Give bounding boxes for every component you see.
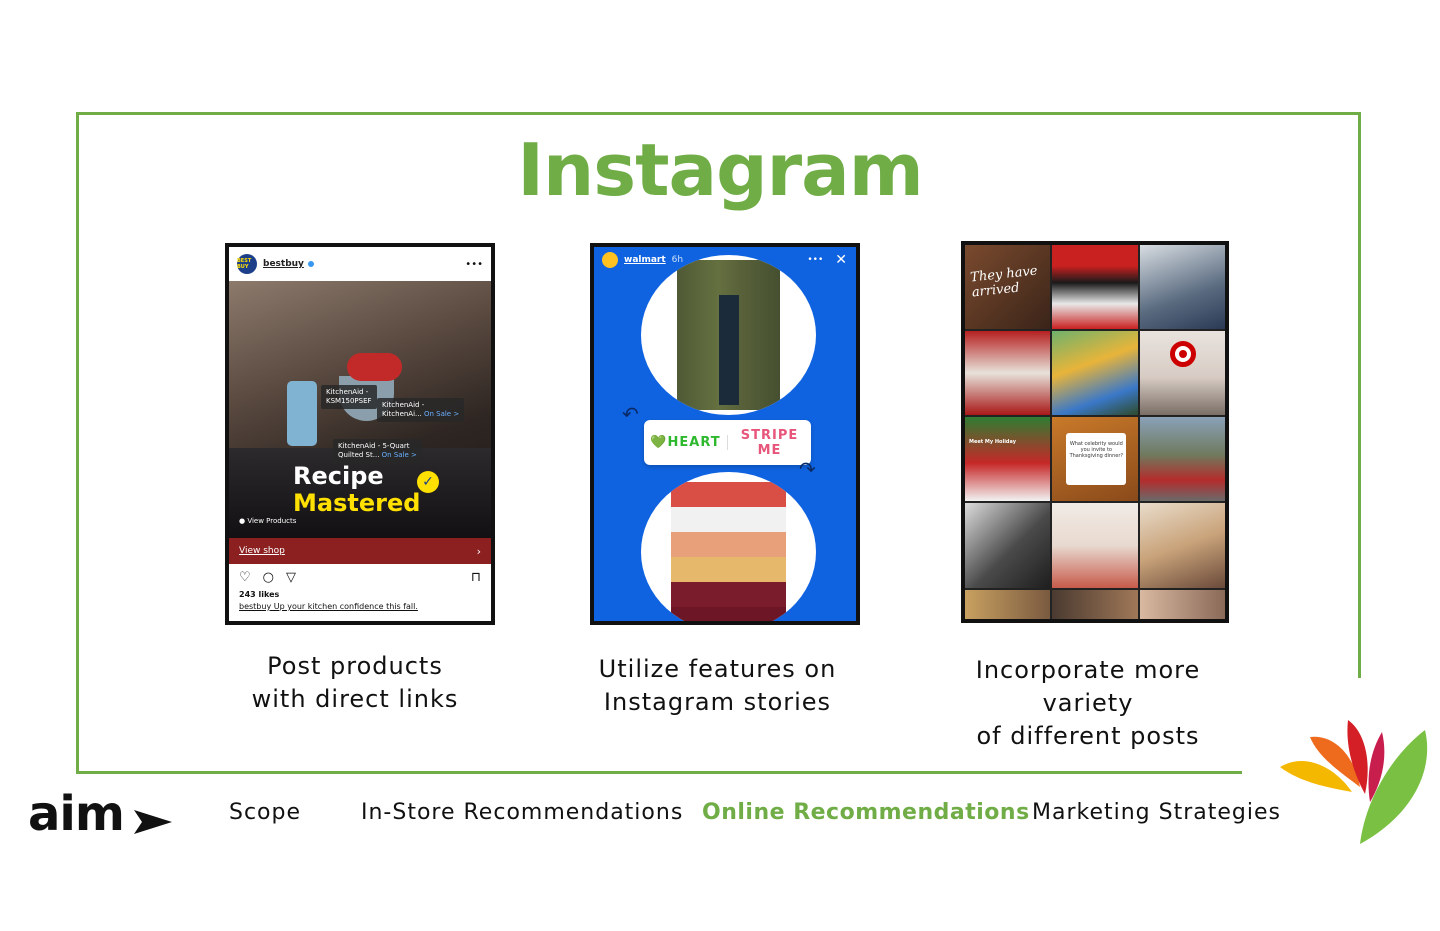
comment-icon[interactable]: ○ [263, 570, 274, 585]
walmart-spark-icon [602, 252, 618, 268]
slide-title: Instagram [517, 128, 924, 212]
grid-cell[interactable] [965, 331, 1051, 416]
bestbuy-post-screenshot: BEST BUY bestbuy ••• KitchenAid - KSM150… [225, 243, 495, 625]
mixer-head-shape [347, 353, 402, 381]
product-tag[interactable]: KitchenAid - KitchenAi... On Sale > [377, 398, 465, 422]
arrow-right-icon [134, 810, 172, 834]
heart-icon[interactable]: ♡ [239, 570, 251, 585]
checkmark-icon: ✓ [417, 471, 439, 493]
share-icon[interactable]: ▽ [286, 570, 296, 585]
grid-cell[interactable] [1139, 589, 1225, 619]
poll-sticker[interactable]: 💚HEART STRIPE ME [644, 420, 811, 465]
poll-option-stripe[interactable]: STRIPE ME [728, 428, 811, 458]
post-grid: They have arrived Meet My Holiday What ce… [965, 245, 1225, 619]
cell-label: Meet My Holiday [969, 439, 1016, 446]
frame-border-top [76, 112, 1361, 115]
view-products-label[interactable]: ● View Products [239, 517, 296, 525]
grid-cell[interactable] [965, 503, 1051, 588]
caption-variety-posts: Incorporate more variety of different po… [975, 656, 1201, 750]
post-headline: Recipe Mastered [293, 462, 421, 517]
post-image: KitchenAid - KSM150PSEF KitchenAid - Kit… [229, 281, 491, 538]
close-icon[interactable]: ✕ [835, 252, 847, 268]
view-shop-bar[interactable]: View shop › [229, 538, 491, 564]
ellipsis-icon[interactable]: ••• [465, 259, 483, 270]
post-username[interactable]: bestbuy [263, 259, 304, 269]
product-tag[interactable]: KitchenAid - 5-Quart Quilted St... On Sa… [333, 439, 422, 463]
target-grid-screenshot: They have arrived Meet My Holiday What ce… [961, 241, 1229, 623]
grid-cell[interactable] [1139, 331, 1225, 416]
grid-cell[interactable] [1139, 503, 1225, 588]
caption-post-products: Post products with direct links [251, 652, 459, 713]
grid-cell[interactable] [1139, 417, 1225, 502]
grid-cell[interactable]: Meet My Holiday [965, 417, 1051, 502]
verified-badge-icon [307, 261, 314, 267]
target-logo-icon [1169, 341, 1196, 368]
cardigan-shape [671, 482, 786, 621]
view-shop-label: View shop [239, 546, 285, 556]
jacket-product-image [641, 255, 816, 415]
nav-in-store-recommendations[interactable]: In-Store Recommendations [361, 800, 683, 825]
grid-cell[interactable] [1052, 331, 1138, 416]
grid-cell[interactable]: They have arrived [965, 245, 1051, 330]
nav-scope[interactable]: Scope [229, 800, 301, 825]
grid-cell[interactable] [1052, 589, 1138, 619]
chevron-right-icon: › [476, 544, 481, 558]
curved-arrow-icon: ↶ [622, 402, 639, 426]
grid-cell[interactable]: What celebrity would you invite to Thank… [1052, 417, 1138, 502]
post-actions: ♡ ○ ▽ ⊓ [229, 564, 491, 590]
nav-online-recommendations[interactable]: Online Recommendations [702, 800, 1030, 825]
bookmark-icon[interactable]: ⊓ [471, 570, 481, 585]
jacket-inner-shape [719, 295, 739, 405]
grid-cell[interactable] [965, 589, 1051, 619]
poll-option-heart[interactable]: 💚HEART [644, 435, 728, 450]
ellipsis-icon[interactable]: ••• [807, 255, 823, 265]
caption-story-features: Utilize features on Instagram stories [598, 655, 837, 716]
post-header: BEST BUY bestbuy ••• [229, 247, 491, 281]
cardigan-product-image [641, 472, 816, 621]
question-card: What celebrity would you invite to Thank… [1066, 433, 1127, 486]
frame-border-bottom [76, 771, 1242, 774]
grid-cell[interactable] [1052, 245, 1138, 330]
post-caption: bestbuy Up your kitchen confidence this … [239, 602, 418, 611]
bottle-shape [287, 381, 317, 446]
grid-cell[interactable] [1052, 503, 1138, 588]
avatar: BEST BUY [237, 254, 257, 274]
walmart-story-screenshot: walmart 6h ••• ✕ ↶ 💚HEART STRIPE ME ↷ [590, 243, 860, 625]
company-logo-petals [1280, 720, 1428, 844]
nav-marketing-strategies[interactable]: Marketing Strategies [1032, 800, 1281, 825]
product-tag[interactable]: KitchenAid - KSM150PSEF [321, 385, 377, 409]
aim-logo: aim [28, 786, 125, 842]
story-username[interactable]: walmart [624, 255, 666, 265]
likes-count: 243 likes [239, 590, 280, 599]
cell-text: They have arrived [969, 263, 1039, 301]
grid-cell[interactable] [1139, 245, 1225, 330]
curved-arrow-icon: ↷ [799, 457, 816, 481]
